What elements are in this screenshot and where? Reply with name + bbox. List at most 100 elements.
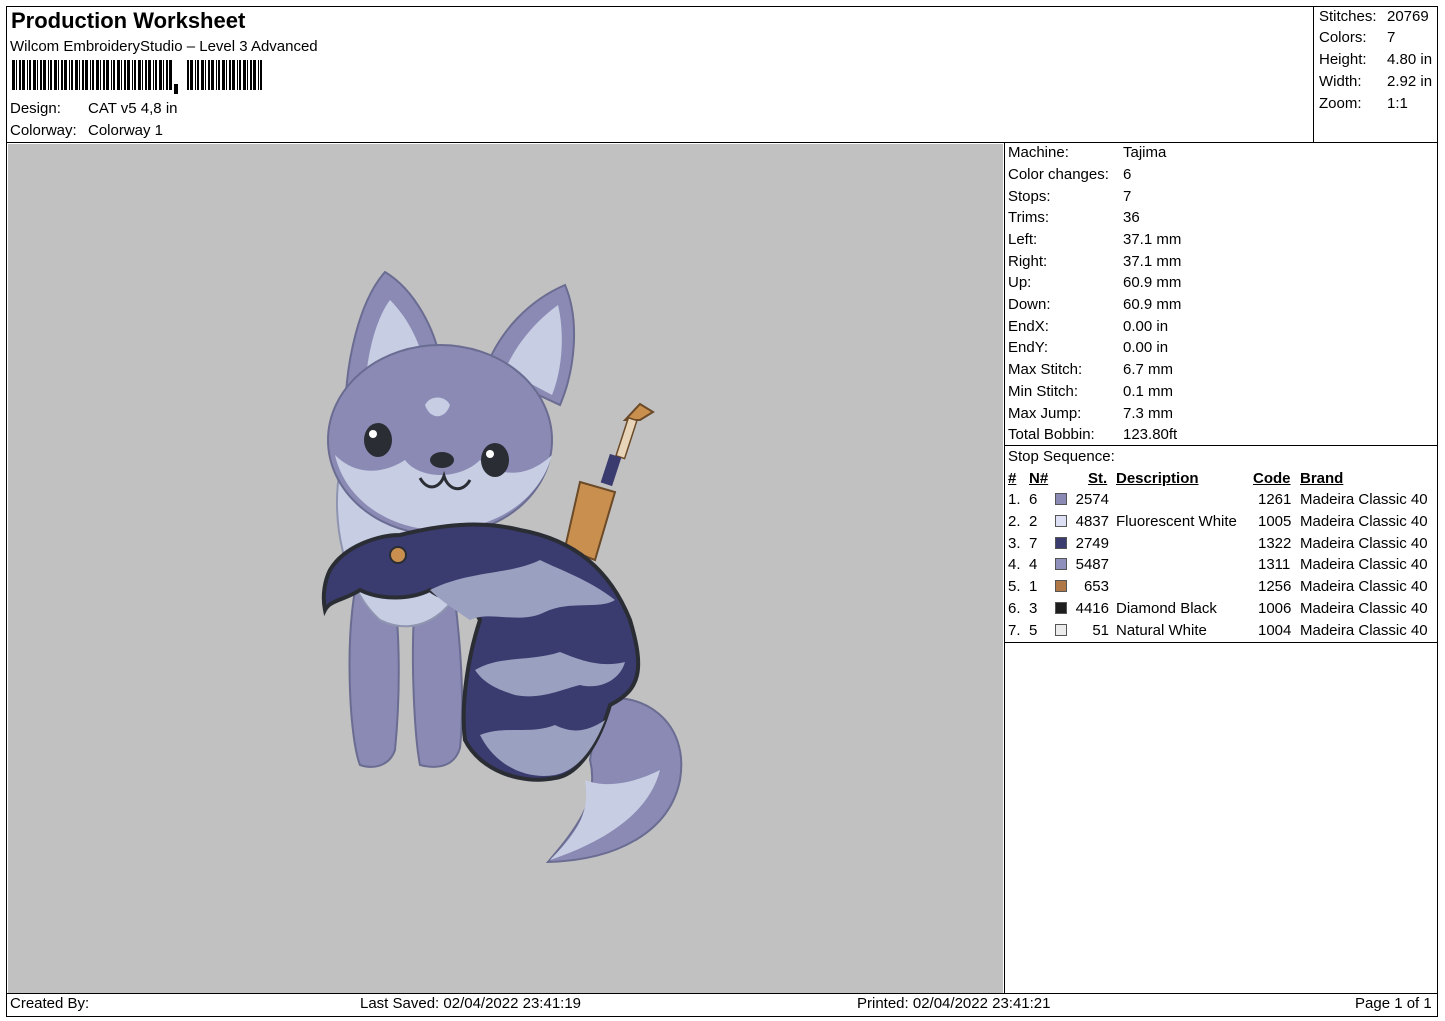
thread-description: Fluorescent White — [1116, 512, 1237, 530]
thread-description: Natural White — [1116, 621, 1207, 639]
needle-number: 6 — [1029, 491, 1038, 508]
thread-code: 1322 — [1258, 534, 1292, 552]
info-value: 60.9 mm — [1123, 296, 1182, 313]
info-label: EndX: — [1008, 318, 1049, 335]
software-name: Wilcom EmbroideryStudio – Level 3 Advanc… — [10, 38, 318, 55]
colorway-value: Colorway 1 — [88, 122, 164, 139]
thread-code: 1004 — [1258, 621, 1292, 639]
col-header-brand: Brand — [1300, 470, 1344, 487]
needle-number: 3 — [1029, 600, 1038, 617]
table-row: 3. 7 2749 1322 Madeira Classic 40 — [1005, 533, 1443, 555]
needle-number: 4 — [1029, 556, 1038, 574]
info-value: Tajima — [1123, 144, 1167, 161]
stitch-count: 2749 — [1075, 534, 1109, 552]
stop-sequence-header: # N# St. Description Code Brand — [1005, 468, 1443, 490]
info-value: 0.1 mm — [1123, 383, 1174, 400]
info-value: 37.1 mm — [1123, 253, 1182, 270]
thread-brand: Madeira Classic 40 — [1300, 600, 1428, 617]
table-row: 4. 4 5487 1311 Madeira Classic 40 — [1005, 554, 1443, 576]
row-index: 4. — [1008, 556, 1021, 574]
design-preview — [8, 144, 1003, 993]
thread-description: Diamond Black — [1116, 600, 1217, 617]
info-value: 123.80ft — [1123, 426, 1178, 443]
row-index: 1. — [1008, 491, 1021, 508]
thread-brand: Madeira Classic 40 — [1300, 578, 1428, 596]
info-value: 0.00 in — [1123, 318, 1169, 335]
barcode — [12, 60, 262, 94]
table-row: 6. 3 4416 Diamond Black 1006 Madeira Classic … — [1005, 598, 1443, 620]
info-value: 37.1 mm — [1123, 231, 1182, 248]
info-label: Total Bobbin: — [1008, 426, 1095, 443]
col-header-n: N# — [1029, 470, 1049, 487]
col-header-st: St. — [1088, 470, 1108, 487]
info-value: 6.7 mm — [1123, 361, 1174, 378]
info-label: Stops: — [1008, 188, 1051, 205]
table-row: 5. 1 653 1256 Madeira Classic 40 — [1005, 576, 1443, 598]
row-index: 5. — [1008, 578, 1021, 596]
thread-brand: Madeira Classic 40 — [1300, 491, 1428, 508]
info-value: 7 — [1123, 188, 1132, 205]
needle-number: 1 — [1029, 578, 1038, 596]
color-swatch — [1055, 493, 1067, 505]
color-swatch — [1055, 602, 1067, 614]
info-value: 6 — [1123, 166, 1132, 183]
thread-brand: Madeira Classic 40 — [1300, 556, 1428, 574]
info-label: Max Jump: — [1008, 405, 1082, 422]
stitch-count: 2574 — [1075, 491, 1109, 508]
thread-code: 1311 — [1258, 556, 1291, 574]
info-label: Right: — [1008, 253, 1048, 270]
stitch-count: 4837 — [1075, 512, 1109, 530]
created-by: Created By: — [10, 995, 90, 1012]
color-swatch — [1055, 536, 1067, 549]
info-label: Max Stitch: — [1008, 361, 1083, 378]
summary-value: 2.92 in — [1387, 73, 1433, 90]
summary-value: 4.80 in — [1387, 51, 1433, 68]
thread-code: 1006 — [1258, 600, 1292, 617]
printed-date: Printed: 02/04/2022 23:41:21 — [857, 995, 1051, 1012]
info-value: 36 — [1123, 209, 1140, 226]
info-label: Up: — [1008, 274, 1032, 291]
colorway-label: Colorway: — [10, 122, 77, 139]
thread-code: 1256 — [1258, 578, 1292, 596]
col-header-description: Description — [1116, 470, 1199, 487]
row-index: 7. — [1008, 621, 1021, 639]
info-label: Machine: — [1008, 144, 1069, 161]
thread-code: 1005 — [1258, 512, 1292, 530]
thread-brand: Madeira Classic 40 — [1300, 621, 1428, 639]
stop-sequence-title: Stop Sequence: — [1008, 448, 1115, 465]
color-swatch — [1055, 580, 1067, 593]
needle-number: 7 — [1029, 534, 1038, 552]
table-row: 7. 5 51 Natural White 1004 Madeira Classic 40 — [1005, 620, 1443, 642]
page-number: Page 1 of 1 — [1355, 995, 1432, 1012]
stitch-count: 653 — [1083, 578, 1109, 596]
design-label: Design: — [10, 100, 61, 117]
color-swatch — [1055, 558, 1067, 571]
summary-label: Zoom: — [1319, 95, 1362, 112]
row-index: 3. — [1008, 534, 1021, 552]
row-index: 2. — [1008, 512, 1021, 530]
last-saved: Last Saved: 02/04/2022 23:41:19 — [360, 995, 582, 1012]
needle-number: 5 — [1029, 621, 1038, 639]
page-title: Production Worksheet — [11, 8, 246, 33]
table-row: 1. 6 2574 1261 Madeira Classic 40 — [1005, 489, 1443, 511]
design-value: CAT v5 4,8 in — [88, 100, 178, 117]
color-swatch — [1055, 623, 1067, 636]
col-header-num: # — [1008, 470, 1017, 487]
info-label: EndY: — [1008, 339, 1049, 356]
info-label: Color changes: — [1008, 166, 1109, 183]
info-label: Down: — [1008, 296, 1051, 313]
summary-value: 1:1 — [1387, 95, 1408, 112]
summary-label: Height: — [1319, 51, 1367, 68]
summary-value: 7 — [1387, 29, 1396, 46]
needle-number: 2 — [1029, 512, 1038, 530]
thread-brand: Madeira Classic 40 — [1300, 512, 1428, 530]
col-header-code: Code — [1253, 470, 1291, 487]
info-value: 7.3 mm — [1123, 405, 1174, 422]
row-index: 6. — [1008, 600, 1021, 617]
info-label: Min Stitch: — [1008, 383, 1079, 400]
info-label: Left: — [1008, 231, 1038, 248]
stitch-count: 5487 — [1075, 556, 1109, 574]
stitch-count: 51 — [1092, 621, 1109, 639]
table-row: 2. 2 4837 Fluorescent White 1005 Madeira Clas… — [1005, 511, 1443, 533]
embroidery-design-image — [321, 270, 683, 864]
